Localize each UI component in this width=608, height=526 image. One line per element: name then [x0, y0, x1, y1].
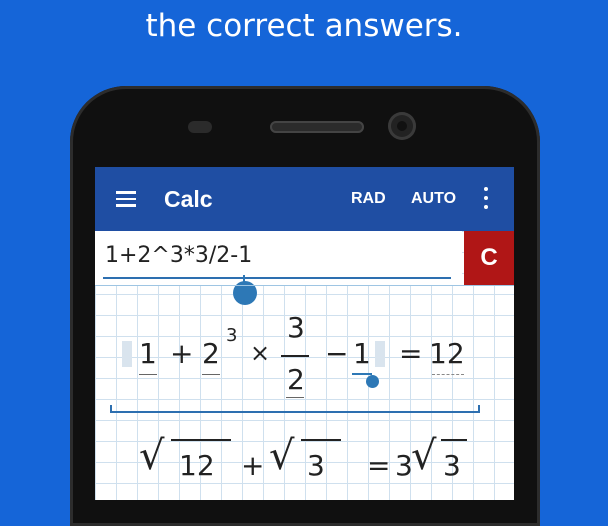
separator-tick-left	[110, 405, 112, 413]
fraction-numerator: 3	[287, 311, 305, 344]
format-mode-button[interactable]: AUTO	[411, 190, 456, 208]
expression-text[interactable]: 1+2^3*3/2-1	[105, 243, 252, 268]
input-underline	[103, 277, 451, 279]
radicand-2: 3	[307, 449, 325, 482]
caption-line-2: the correct answers.	[145, 8, 463, 44]
caret-handle[interactable]	[366, 375, 379, 388]
radicand-3: 3	[443, 449, 461, 482]
placeholder-slot	[122, 341, 132, 367]
app-screen: Calc RAD AUTO 1+2^3*3/2-1 C 1 + 2 3 × 3 …	[95, 167, 514, 500]
term-4: 1	[353, 337, 371, 370]
sensor	[188, 121, 212, 133]
placeholder-slot	[375, 341, 385, 367]
app-bar: Calc RAD AUTO	[95, 167, 514, 231]
equals-sign-2: =	[367, 449, 391, 482]
radical-sign: √	[269, 433, 295, 479]
plus-sign-2: +	[241, 449, 265, 482]
minus-sign: −	[325, 337, 349, 370]
front-camera	[388, 112, 416, 140]
separator-tick-right	[478, 405, 480, 413]
plus-sign: +	[170, 337, 194, 370]
earpiece-speaker	[270, 121, 364, 133]
radical-sign: √	[139, 433, 165, 479]
angle-mode-button[interactable]: RAD	[351, 190, 386, 208]
equals-sign: =	[399, 337, 423, 370]
base-underline	[202, 374, 220, 375]
app-title: Calc	[164, 186, 213, 212]
radical-overbar	[441, 439, 467, 441]
times-sign: ×	[250, 339, 271, 367]
power-base: 2	[202, 337, 220, 370]
fraction-denominator: 2	[287, 363, 305, 396]
clear-button[interactable]: C	[464, 231, 514, 285]
radical-sign: √	[411, 433, 437, 479]
answer: 12	[429, 337, 465, 370]
term-1-underline	[139, 374, 157, 375]
power-exponent: 3	[226, 325, 238, 346]
radical-overbar	[171, 439, 231, 441]
term-1: 1	[139, 337, 157, 370]
result-separator	[110, 411, 480, 413]
radicand-1: 12	[179, 449, 215, 482]
radical-overbar	[301, 439, 341, 441]
denominator-underline	[286, 397, 304, 398]
hamburger-menu-icon[interactable]	[116, 191, 136, 207]
fraction-bar	[281, 355, 309, 357]
more-vert-icon[interactable]	[483, 187, 489, 209]
expression-input[interactable]: 1+2^3*3/2-1	[95, 231, 462, 285]
input-divider	[95, 285, 514, 286]
answer-underline	[432, 374, 464, 375]
